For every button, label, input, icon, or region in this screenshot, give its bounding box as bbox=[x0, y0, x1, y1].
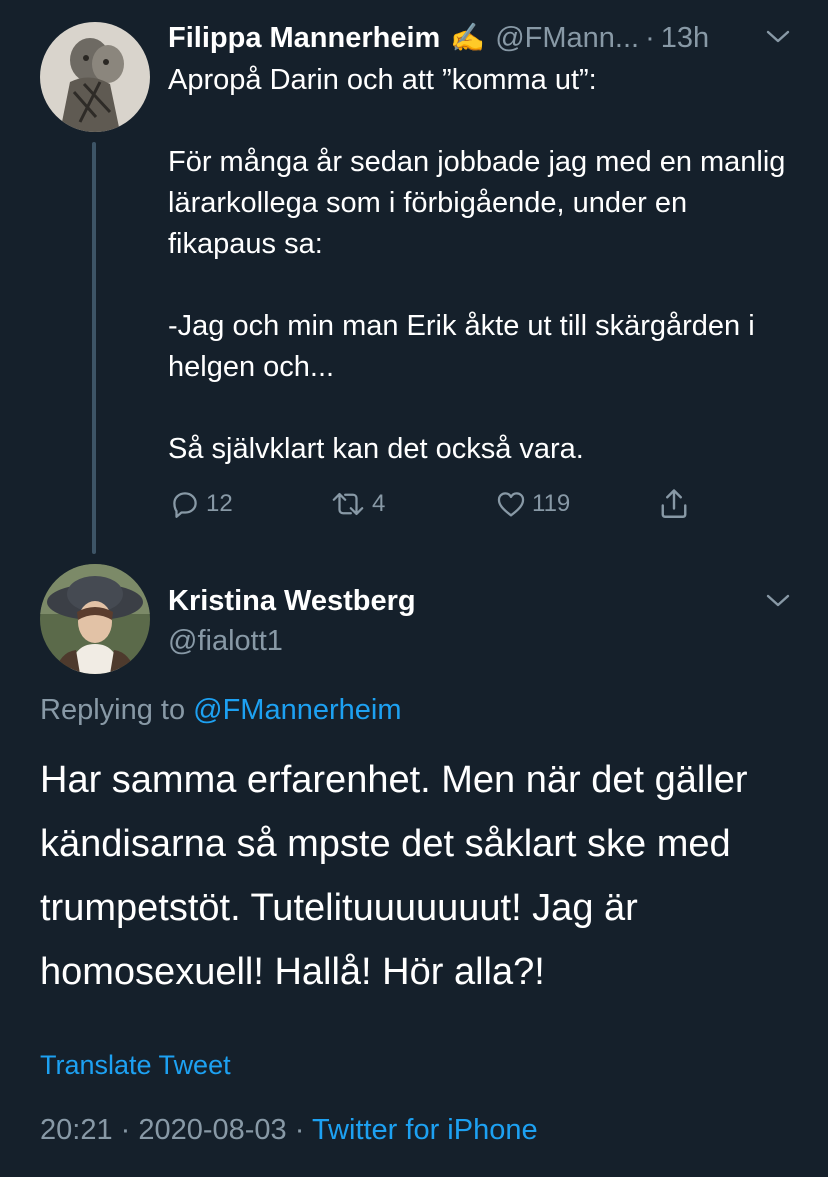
tweet-paragraph: -Jag och min man Erik åkte ut till skärg… bbox=[168, 310, 763, 383]
writing-hand-emoji: ✍️ bbox=[450, 22, 486, 53]
header-separator: · bbox=[645, 22, 655, 54]
parent-tweet[interactable]: Filippa Mannerheim ✍️ @FMann... · 13h Ap… bbox=[0, 0, 828, 560]
reply-tweet-text: Har samma erfarenhet. Men när det gäller… bbox=[40, 759, 748, 993]
like-count: 119 bbox=[532, 490, 571, 517]
parent-tweet-header: Filippa Mannerheim ✍️ @FMann... · 13h bbox=[168, 18, 788, 58]
reply-button[interactable]: 12 bbox=[168, 484, 233, 524]
tweet-source-link[interactable]: Twitter for iPhone bbox=[312, 1114, 538, 1146]
heart-icon bbox=[497, 492, 525, 517]
retweet-icon bbox=[332, 492, 364, 516]
share-button[interactable] bbox=[656, 484, 696, 524]
thread-line bbox=[92, 142, 96, 554]
replying-mention-link[interactable]: @FMannerheim bbox=[193, 694, 401, 726]
reply-author-name[interactable]: Kristina Westberg bbox=[168, 582, 416, 620]
replying-prefix: Replying to bbox=[40, 694, 194, 726]
tweet-time[interactable]: 13h bbox=[661, 18, 709, 58]
tweet-timestamp: 20:21 · 2020-08-03 · bbox=[40, 1114, 312, 1146]
tweet-paragraph: Så självklart kan det också vara. bbox=[168, 433, 584, 465]
tweet-paragraph bbox=[168, 388, 788, 429]
retweet-button[interactable]: 4 bbox=[328, 484, 385, 524]
share-icon bbox=[661, 489, 687, 518]
translate-tweet-link[interactable]: Translate Tweet bbox=[40, 1046, 231, 1084]
tweet-meta: 20:21 · 2020-08-03 · Twitter for iPhone bbox=[40, 1110, 538, 1150]
parent-tweet-text: Apropå Darin och att ”komma ut”: För mån… bbox=[168, 60, 788, 470]
tweet-paragraph: För många år sedan jobbade jag med en ma… bbox=[168, 146, 794, 260]
avatar-kristina[interactable] bbox=[40, 564, 150, 674]
reply-icon bbox=[173, 492, 197, 518]
reply-count: 12 bbox=[206, 490, 233, 517]
replying-to: Replying to @FMannerheim bbox=[40, 690, 402, 730]
tweet-actions: 12 4 119 bbox=[168, 484, 728, 524]
tweet-detail-page: Filippa Mannerheim ✍️ @FMann... · 13h Ap… bbox=[0, 0, 828, 1177]
chevron-down-icon[interactable] bbox=[766, 594, 790, 608]
tweet-paragraph: Apropå Darin och att ”komma ut”: bbox=[168, 64, 597, 96]
chevron-down-icon[interactable] bbox=[766, 30, 790, 44]
avatar-filippa[interactable] bbox=[40, 22, 150, 132]
reply-author-handle[interactable]: @fialott1 bbox=[168, 622, 283, 660]
retweet-count: 4 bbox=[372, 490, 386, 517]
author-handle[interactable]: @FMann... bbox=[495, 18, 639, 58]
author-name[interactable]: Filippa Mannerheim bbox=[168, 18, 440, 58]
tweet-paragraph bbox=[168, 265, 788, 306]
tweet-paragraph bbox=[168, 101, 788, 142]
like-button[interactable]: 119 bbox=[494, 484, 570, 524]
